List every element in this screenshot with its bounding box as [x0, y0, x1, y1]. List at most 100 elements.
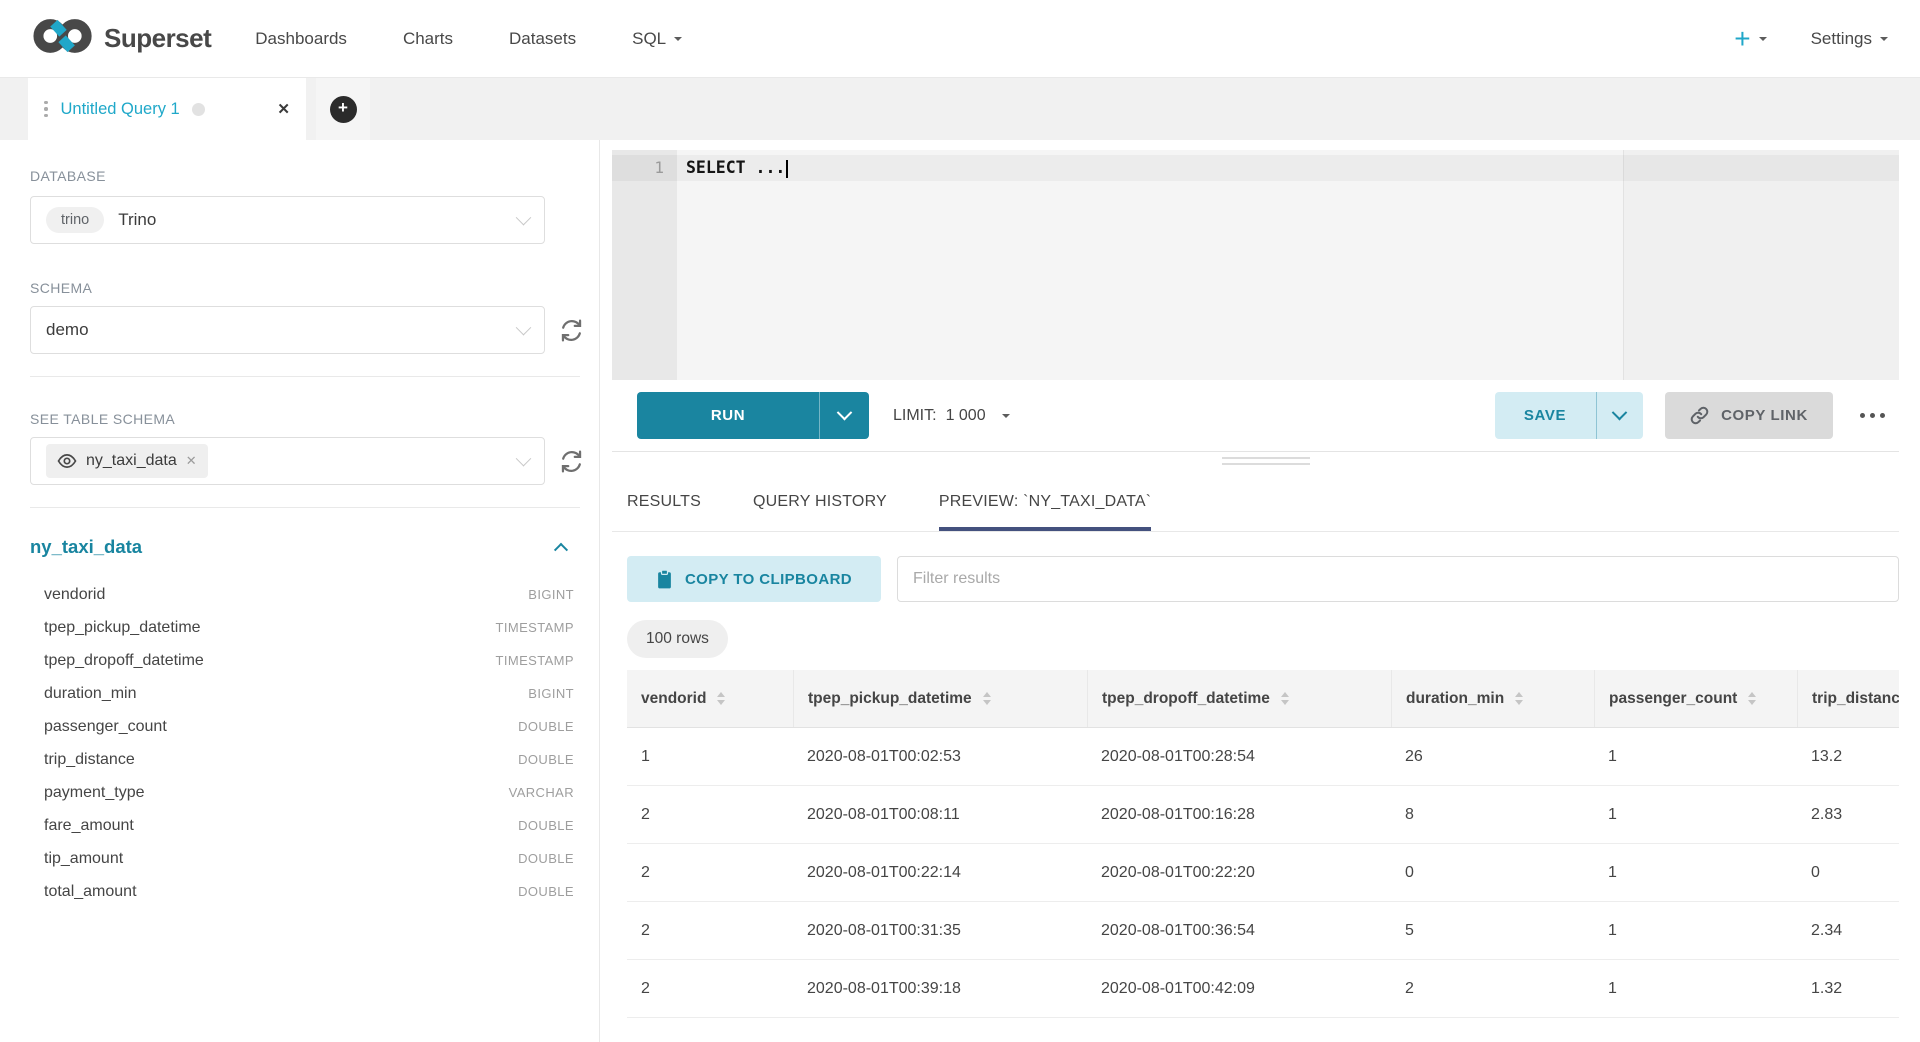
- database-backend-badge: trino: [46, 207, 104, 233]
- database-label: DATABASE: [30, 168, 599, 184]
- see-table-schema-label: SEE TABLE SCHEMA: [30, 411, 599, 427]
- chevron-down-icon: [837, 405, 853, 421]
- superset-sql-lab: Superset Dashboards Charts Datasets SQL …: [0, 0, 1920, 1042]
- table-cell: 2020-08-01T00:39:18: [793, 960, 1087, 1017]
- drag-handle-icon[interactable]: [44, 101, 48, 118]
- table-cell: 2.34: [1797, 902, 1899, 959]
- run-button[interactable]: RUN: [637, 392, 819, 439]
- editor-gutter: 1: [612, 150, 677, 380]
- table-cell: 1: [1594, 786, 1797, 843]
- editor-code-area[interactable]: SELECT ...: [677, 150, 1899, 380]
- column-name: payment_type: [30, 784, 145, 802]
- nav-sql-menu[interactable]: SQL: [632, 29, 682, 49]
- column-type: DOUBLE: [518, 719, 580, 734]
- nav-dashboards[interactable]: Dashboards: [255, 29, 347, 49]
- column-type: BIGINT: [528, 587, 580, 602]
- table-header-row: vendorid tpep_pickup_datetime tpep_dropo…: [627, 670, 1899, 728]
- database-select[interactable]: trino Trino: [30, 196, 545, 244]
- table-cell: 2020-08-01T00:42:09: [1087, 960, 1391, 1017]
- limit-label: LIMIT:: [893, 407, 937, 425]
- column-header[interactable]: passenger_count: [1594, 670, 1797, 727]
- table-cell: 0: [1391, 844, 1594, 901]
- nav-datasets[interactable]: Datasets: [509, 29, 576, 49]
- more-actions-button[interactable]: [1856, 405, 1890, 427]
- column-name: tip_amount: [30, 850, 123, 868]
- schema-select[interactable]: demo: [30, 306, 545, 354]
- column-header[interactable]: vendorid: [627, 670, 793, 727]
- nav-charts[interactable]: Charts: [403, 29, 453, 49]
- text-cursor: [786, 160, 788, 178]
- run-options-button[interactable]: [820, 392, 869, 439]
- limit-dropdown[interactable]: LIMIT: 1 000: [893, 407, 1010, 425]
- column-header[interactable]: tpep_dropoff_datetime: [1087, 670, 1391, 727]
- row-count-badge: 100 rows: [627, 620, 728, 658]
- table-cell: 2: [627, 786, 793, 843]
- add-tab-button[interactable]: +: [330, 96, 357, 123]
- table-cell: 1.32: [1797, 960, 1899, 1017]
- tab-preview-table[interactable]: PREVIEW: `NY_TAXI_DATA`: [939, 470, 1151, 531]
- new-tab-area: +: [316, 78, 370, 140]
- table-cell: 1: [627, 728, 793, 785]
- table-cell: 2020-08-01T00:22:20: [1087, 844, 1391, 901]
- collapse-table-icon[interactable]: [554, 543, 568, 557]
- filter-results-input[interactable]: [897, 556, 1899, 602]
- column-name: vendorid: [30, 586, 105, 604]
- chevron-down-icon: [516, 209, 532, 225]
- table-cell: 2020-08-01T00:02:53: [793, 728, 1087, 785]
- table-cell: 2: [627, 902, 793, 959]
- copy-link-button[interactable]: COPY LINK: [1665, 392, 1833, 439]
- line-number: 1: [612, 155, 677, 181]
- column-type: VARCHAR: [509, 785, 580, 800]
- main-nav: Dashboards Charts Datasets SQL: [255, 29, 682, 49]
- top-navbar: Superset Dashboards Charts Datasets SQL …: [0, 0, 1920, 78]
- copy-to-clipboard-button[interactable]: COPY TO CLIPBOARD: [627, 556, 881, 602]
- table-cell: 5: [1391, 902, 1594, 959]
- nav-right: + Settings: [1734, 25, 1888, 53]
- pane-resize-handle[interactable]: [612, 452, 1920, 470]
- table-row: 2 2020-08-01T00:22:14 2020-08-01T00:22:2…: [627, 844, 1899, 902]
- column-header[interactable]: duration_min: [1391, 670, 1594, 727]
- table-cell: 1: [1594, 960, 1797, 1017]
- superset-logo[interactable]: Superset: [32, 16, 211, 61]
- sort-icon: [717, 692, 725, 705]
- close-tab-icon[interactable]: ✕: [277, 100, 290, 118]
- column-row: total_amount DOUBLE: [30, 875, 580, 908]
- table-cell: 1: [1594, 902, 1797, 959]
- code-line[interactable]: SELECT ...: [677, 155, 1899, 181]
- table-cell: 1: [1594, 844, 1797, 901]
- save-button[interactable]: SAVE: [1495, 392, 1596, 439]
- table-cell: 2020-08-01T00:16:28: [1087, 786, 1391, 843]
- refresh-schemas-button[interactable]: [557, 316, 585, 344]
- settings-menu[interactable]: Settings: [1811, 29, 1888, 49]
- table-cell: 2020-08-01T00:08:11: [793, 786, 1087, 843]
- query-tab-title[interactable]: Untitled Query 1: [61, 100, 180, 119]
- column-row: duration_min BIGINT: [30, 677, 580, 710]
- preview-table: vendorid tpep_pickup_datetime tpep_dropo…: [627, 670, 1899, 1018]
- column-header[interactable]: trip_distance: [1797, 670, 1899, 727]
- save-options-button[interactable]: [1597, 392, 1643, 439]
- chevron-down-icon: [1759, 37, 1767, 41]
- query-tab-active[interactable]: Untitled Query 1 ✕: [28, 78, 306, 140]
- column-row: passenger_count DOUBLE: [30, 710, 580, 743]
- sql-code-editor[interactable]: 1 SELECT ...: [612, 150, 1899, 380]
- column-row: tpep_dropoff_datetime TIMESTAMP: [30, 644, 580, 677]
- column-header[interactable]: tpep_pickup_datetime: [793, 670, 1087, 727]
- run-button-group: RUN: [637, 392, 869, 439]
- chevron-down-icon: [674, 37, 682, 41]
- table-schema-panel-header: ny_taxi_data: [30, 536, 580, 558]
- schema-select-value: demo: [46, 320, 89, 340]
- new-item-menu[interactable]: +: [1734, 25, 1766, 53]
- table-schema-select[interactable]: ny_taxi_data ✕: [30, 437, 545, 485]
- table-cell: 2020-08-01T00:28:54: [1087, 728, 1391, 785]
- column-type: DOUBLE: [518, 752, 580, 767]
- table-cell: 2020-08-01T00:22:14: [793, 844, 1087, 901]
- remove-table-icon[interactable]: ✕: [186, 453, 197, 469]
- sql-lab-sidebar: DATABASE trino Trino SCHEMA demo: [0, 140, 600, 1042]
- table-row: 2 2020-08-01T00:31:35 2020-08-01T00:36:5…: [627, 902, 1899, 960]
- refresh-tables-button[interactable]: [557, 447, 585, 475]
- chevron-down-icon: [1002, 414, 1010, 418]
- chevron-down-icon: [516, 319, 532, 335]
- column-row: fare_amount DOUBLE: [30, 809, 580, 842]
- tab-query-history[interactable]: QUERY HISTORY: [753, 470, 887, 531]
- tab-results[interactable]: RESULTS: [627, 470, 701, 531]
